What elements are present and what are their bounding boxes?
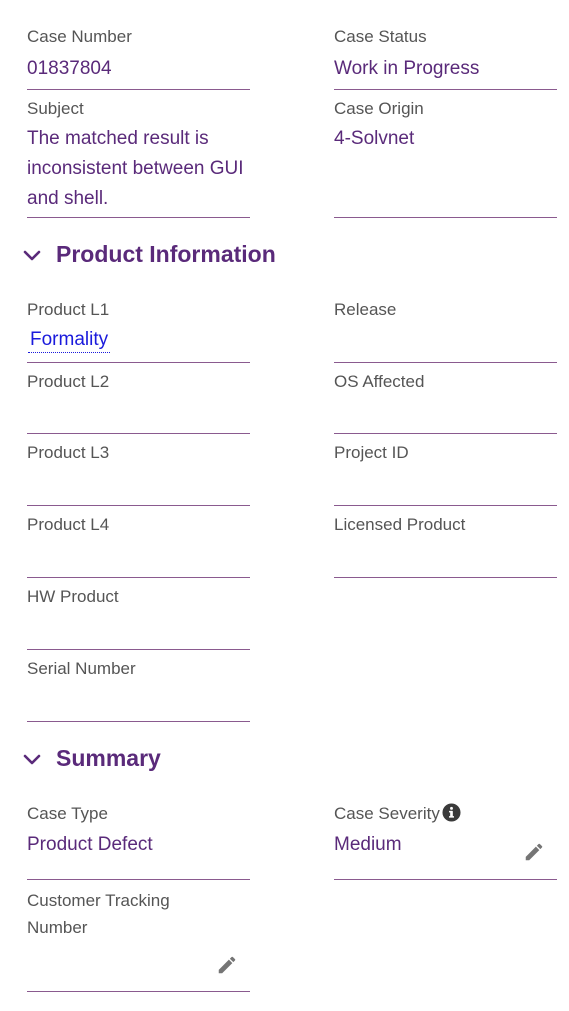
product-l2-field: Product L2 (27, 370, 250, 434)
release-label: Release (334, 300, 397, 319)
case-number-value: 01837804 (27, 58, 112, 79)
hw-product-field: HW Product (27, 585, 250, 650)
case-type-field: Case Type Product Defect (27, 802, 250, 880)
project-id-label: Project ID (334, 443, 409, 462)
hw-product-label: HW Product (27, 587, 119, 606)
case-type-label: Case Type (27, 804, 108, 823)
case-status-value: Work in Progress (334, 58, 480, 79)
case-number-label: Case Number (27, 27, 132, 46)
subject-value: The matched result is inconsistent betwe… (27, 128, 244, 209)
case-severity-label: Case Severity (334, 804, 440, 823)
case-origin-value: 4-Solvnet (334, 128, 415, 149)
case-origin-field: Case Origin 4-Solvnet (334, 97, 557, 218)
licensed-product-label: Licensed Product (334, 515, 466, 534)
serial-number-label: Serial Number (27, 659, 136, 678)
summary-section-header[interactable]: Summary (22, 745, 161, 772)
project-id-field: Project ID (334, 441, 557, 506)
case-severity-field: Case Severity Medium (334, 802, 557, 880)
licensed-product-field: Licensed Product (334, 513, 557, 578)
product-l3-label: Product L3 (27, 443, 110, 462)
os-affected-field: OS Affected (334, 370, 557, 434)
release-field: Release (334, 298, 557, 363)
product-information-section-header[interactable]: Product Information (22, 241, 276, 268)
customer-tracking-number-label: Customer Tracking Number (27, 891, 170, 937)
case-severity-label-row: Case Severity (334, 803, 461, 825)
subject-label: Subject (27, 99, 84, 118)
case-type-value: Product Defect (27, 834, 153, 855)
product-information-title: Product Information (56, 241, 276, 267)
product-l3-field: Product L3 (27, 441, 250, 506)
summary-title: Summary (56, 745, 161, 771)
pencil-icon[interactable] (523, 841, 545, 863)
product-l1-link[interactable]: Formality (28, 328, 111, 353)
product-l4-field: Product L4 (27, 513, 250, 578)
product-l2-label: Product L2 (27, 372, 110, 391)
os-affected-label: OS Affected (334, 372, 425, 391)
chevron-down-icon (23, 754, 41, 764)
case-number-field: Case Number 01837804 (27, 25, 250, 90)
product-l1-label: Product L1 (27, 300, 110, 319)
case-status-label: Case Status (334, 27, 427, 46)
subject-field: Subject The matched result is inconsiste… (27, 97, 250, 218)
customer-tracking-number-field: Customer Tracking Number (27, 887, 250, 992)
case-status-field: Case Status Work in Progress (334, 25, 557, 90)
product-l1-field: Product L1 Formality (27, 298, 250, 363)
pencil-icon[interactable] (216, 954, 238, 976)
case-severity-value: Medium (334, 834, 402, 855)
product-l4-label: Product L4 (27, 515, 110, 534)
chevron-down-icon (23, 250, 41, 260)
serial-number-field: Serial Number (27, 657, 250, 722)
case-origin-label: Case Origin (334, 99, 424, 118)
info-icon[interactable] (442, 803, 461, 822)
